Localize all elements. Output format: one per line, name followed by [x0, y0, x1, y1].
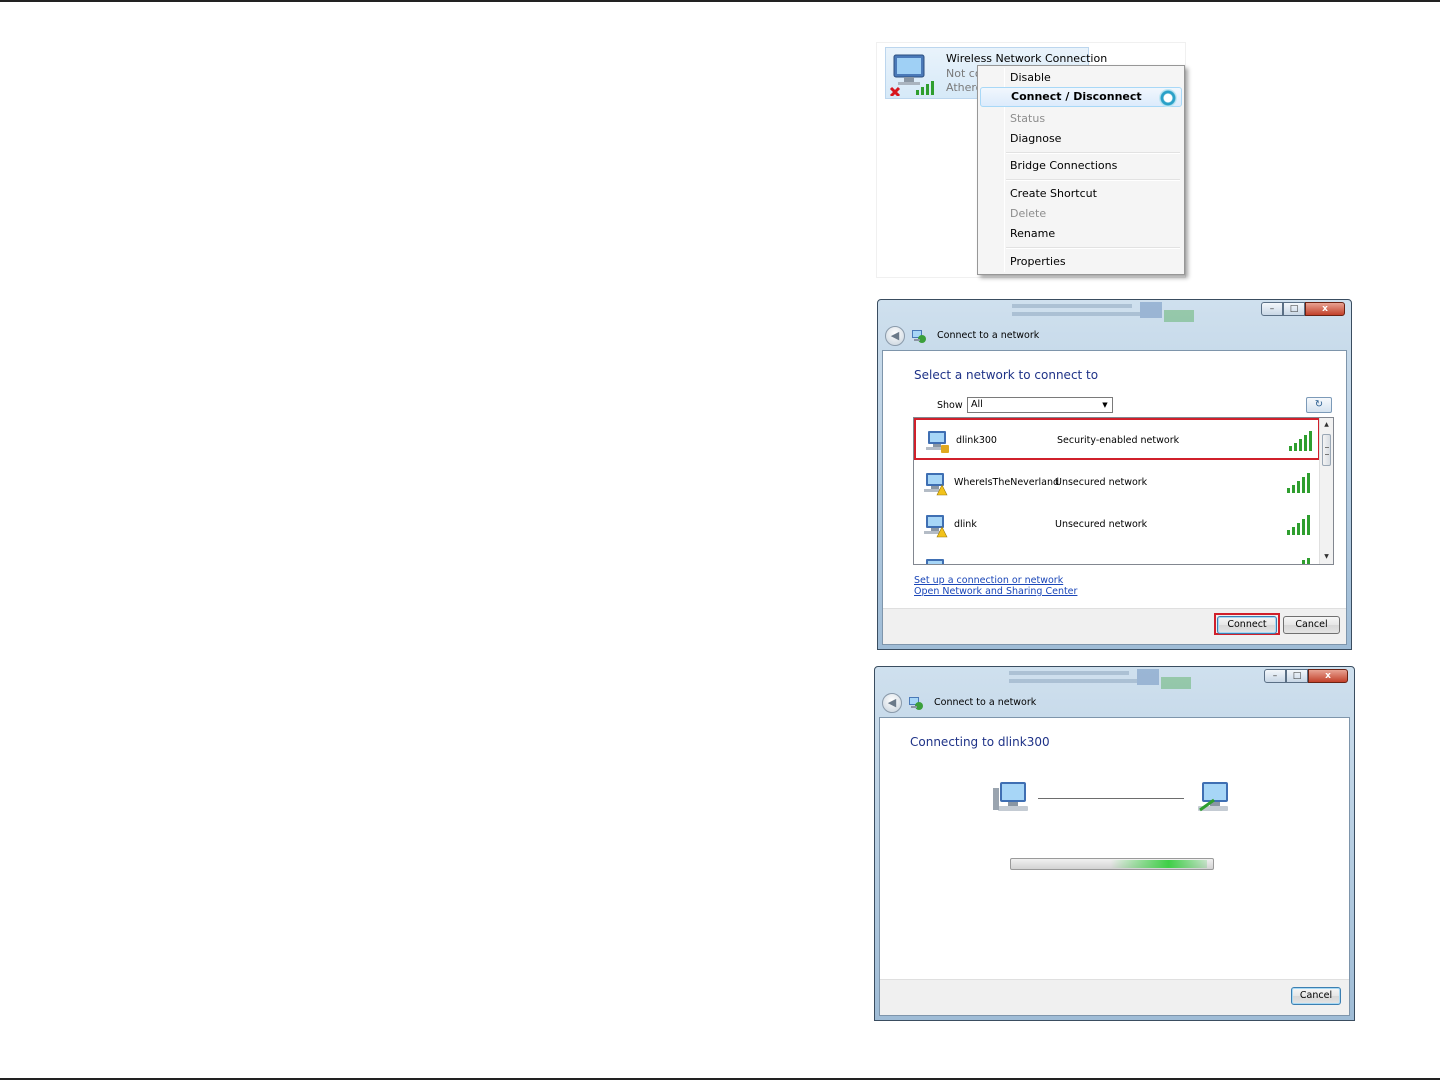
caption-buttons: – □ x — [1261, 302, 1345, 318]
network-row-whereistheneverland[interactable]: WhereIsTheNeverland Unsecured network — [914, 462, 1320, 504]
dropdown-arrow-icon: ▼ — [1102, 401, 1108, 409]
menu-item-connect-disconnect[interactable]: Connect / Disconnect — [980, 87, 1182, 107]
computer-icon — [993, 782, 1028, 811]
secured-network-icon — [926, 431, 949, 453]
background-network-ghost — [1012, 302, 1194, 322]
network-list-scrollbar[interactable]: ▲ ▼ — [1319, 418, 1333, 564]
menu-item-create-shortcut[interactable]: Create Shortcut — [980, 184, 1182, 204]
network-computer-icon — [1198, 782, 1228, 812]
window-title: Connect to a network — [934, 697, 1037, 708]
refresh-button[interactable]: ↻ — [1306, 397, 1332, 413]
network-sharing-center-link[interactable]: Open Network and Sharing Center — [914, 586, 1077, 597]
show-label: Show — [937, 400, 963, 411]
connect-to-network-window: – □ x ◀ Connect to a network Select a ne… — [877, 299, 1352, 650]
connection-line — [1038, 798, 1184, 799]
menu-item-delete: Delete — [1010, 207, 1047, 220]
menu-separator — [1006, 247, 1180, 249]
close-button[interactable]: x — [1305, 302, 1345, 316]
network-security: Unsecured network — [1055, 477, 1148, 488]
page-bottom-rule — [0, 1078, 1440, 1080]
signal-strength-icon — [1289, 431, 1312, 451]
cancel-button[interactable]: Cancel — [1283, 616, 1340, 634]
network-icon — [926, 559, 944, 564]
network-globe-icon — [912, 330, 926, 343]
menu-item-properties[interactable]: Properties — [980, 252, 1182, 272]
network-name: WhereIsTheNeverland — [954, 477, 1060, 488]
page-heading: Connecting to dlink300 — [910, 735, 1050, 749]
window-titlebar: – □ x ◀ Connect to a network — [875, 667, 1354, 715]
window-footer: Connect Cancel — [883, 608, 1346, 644]
page-top-rule — [0, 0, 1440, 2]
adapter-name: Wireless Network Connection — [946, 52, 1108, 65]
refresh-icon: ↻ — [1314, 399, 1324, 410]
window-footer: Cancel — [880, 979, 1349, 1015]
page-heading: Select a network to connect to — [914, 368, 1099, 382]
network-row-partial[interactable] — [914, 524, 1320, 564]
network-security: Security-enabled network — [1057, 435, 1180, 446]
menu-item-label: Connect / Disconnect — [1011, 90, 1142, 103]
scrollbar-thumb[interactable] — [1322, 434, 1331, 466]
signal-strength-icon — [1287, 473, 1310, 493]
context-menu: Disable Connect / Disconnect Status Diag… — [977, 65, 1185, 275]
show-filter-value: All — [971, 399, 983, 410]
wireless-adapter-icon — [889, 54, 934, 96]
maximize-button[interactable]: □ — [1283, 302, 1305, 316]
back-arrow-icon[interactable]: ◀ — [882, 693, 902, 713]
back-arrow-icon[interactable]: ◀ — [885, 326, 905, 346]
network-name: dlink300 — [956, 435, 997, 446]
menu-item-rename[interactable]: Rename — [980, 224, 1182, 244]
close-button[interactable]: x — [1308, 669, 1348, 683]
scroll-down-arrow-icon[interactable]: ▼ — [1320, 550, 1333, 564]
adapter-context-menu-screenshot: Wireless Network Connection Not con Athe… — [876, 42, 1186, 278]
menu-item-bridge-connections[interactable]: Bridge Connections — [980, 156, 1182, 176]
window-titlebar: – □ x ◀ Connect to a network — [878, 300, 1351, 348]
caption-buttons: – □ x — [1264, 669, 1348, 685]
connecting-window: – □ x ◀ Connect to a network Connecting … — [874, 666, 1355, 1021]
background-network-ghost — [1009, 669, 1191, 689]
setup-connection-link[interactable]: Set up a connection or network — [914, 575, 1063, 586]
window-title: Connect to a network — [937, 330, 1040, 341]
cancel-button[interactable]: Cancel — [1291, 987, 1341, 1005]
menu-item-disable[interactable]: Disable — [980, 68, 1182, 88]
network-globe-icon — [909, 697, 923, 710]
connection-progress-bar — [1010, 858, 1214, 870]
scroll-up-arrow-icon[interactable]: ▲ — [1320, 418, 1333, 432]
show-filter-dropdown[interactable]: All ▼ — [967, 397, 1113, 413]
network-list: dlink300 Security-enabled network WhereI… — [913, 417, 1334, 565]
busy-cursor-icon — [1159, 89, 1177, 107]
minimize-button[interactable]: – — [1261, 302, 1283, 316]
signal-strength-icon — [1302, 558, 1310, 564]
menu-item-diagnose[interactable]: Diagnose — [980, 129, 1182, 149]
unsecured-network-icon — [924, 473, 948, 496]
menu-item-status: Status — [1010, 112, 1046, 125]
network-row-dlink300[interactable]: dlink300 Security-enabled network — [914, 418, 1320, 460]
window-content: Select a network to connect to Show All … — [882, 350, 1347, 645]
window-content: Connecting to dlink300 Cancel — [879, 717, 1350, 1016]
maximize-button[interactable]: □ — [1286, 669, 1308, 683]
connect-button[interactable]: Connect — [1217, 616, 1277, 634]
minimize-button[interactable]: – — [1264, 669, 1286, 683]
menu-separator — [1006, 152, 1180, 154]
menu-separator — [1006, 179, 1180, 181]
progress-marquee — [1111, 860, 1207, 868]
